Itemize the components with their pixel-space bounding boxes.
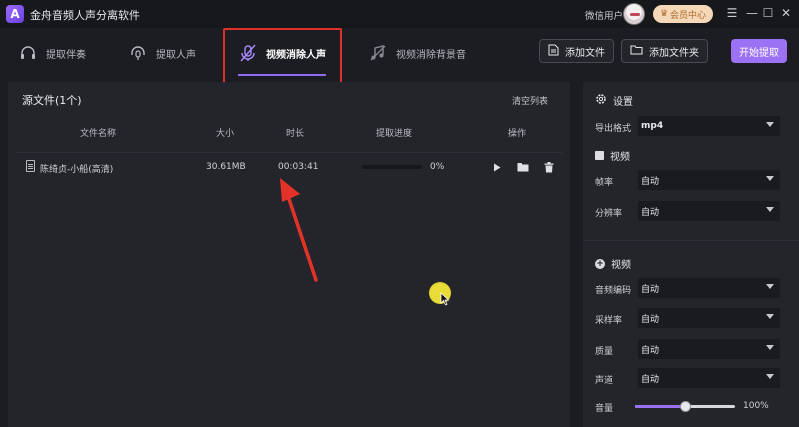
app-logo-icon: A xyxy=(6,5,24,23)
video-section-header: 视频 xyxy=(595,148,630,163)
volume-slider-fill xyxy=(635,405,685,408)
export-format-value: mp4 xyxy=(641,121,664,131)
audio-section-title: 视频 xyxy=(611,260,631,271)
headphone-mic-icon xyxy=(128,43,148,63)
headphones-icon xyxy=(18,43,38,63)
resolution-value: 自动 xyxy=(641,207,660,218)
export-format-label: 导出格式 xyxy=(595,124,632,134)
delete-icon[interactable] xyxy=(542,160,556,174)
crown-icon: ♛ xyxy=(659,9,669,19)
quality-value: 自动 xyxy=(641,345,660,356)
volume-slider[interactable] xyxy=(635,401,735,412)
frame-rate-label: 帧率 xyxy=(595,178,614,188)
column-progress: 提取进度 xyxy=(376,129,413,139)
tab-label: 视频消除背景音 xyxy=(396,49,466,61)
menu-icon[interactable]: ☰ xyxy=(723,4,741,22)
column-size: 大小 xyxy=(216,129,235,139)
tab-label: 提取伴奏 xyxy=(46,49,86,61)
quality-select[interactable]: 自动 xyxy=(638,339,780,359)
open-folder-icon[interactable] xyxy=(516,160,530,174)
file-duration: 00:03:41 xyxy=(278,162,319,172)
start-extract-button[interactable]: 开始提取 xyxy=(731,39,787,63)
column-name: 文件名称 xyxy=(80,129,117,139)
settings-header: 设置 xyxy=(595,93,633,108)
chevron-down-icon xyxy=(766,207,774,212)
tab-extract-accompaniment[interactable]: 提取伴奏 xyxy=(18,38,86,68)
audio-codec-select[interactable]: 自动 xyxy=(638,278,780,298)
channel-label: 声道 xyxy=(595,376,614,386)
volume-value: 100% xyxy=(743,401,769,411)
video-square-icon xyxy=(595,151,604,160)
export-format-select[interactable]: mp4 xyxy=(638,116,780,136)
column-actions: 操作 xyxy=(508,129,527,139)
file-name: 陈绮贞-小船(高清) xyxy=(40,165,114,175)
table-header: 文件名称 大小 时长 提取进度 操作 xyxy=(8,122,570,140)
play-icon[interactable] xyxy=(490,160,504,174)
gear-icon xyxy=(595,93,607,108)
app-title: 金舟音频人声分离软件 xyxy=(30,9,140,22)
chevron-down-icon xyxy=(766,345,774,350)
file-icon xyxy=(548,44,559,59)
progress-bar xyxy=(362,165,422,169)
resolution-select[interactable]: 自动 xyxy=(638,201,780,221)
chevron-down-icon xyxy=(766,374,774,379)
mouse-cursor-icon xyxy=(440,292,450,306)
audio-codec-label: 音频编码 xyxy=(595,286,632,296)
annotation-arrow xyxy=(280,178,318,282)
volume-slider-thumb[interactable] xyxy=(680,401,691,412)
section-divider xyxy=(583,240,799,241)
progress-percent: 0% xyxy=(430,162,445,172)
avatar[interactable] xyxy=(623,3,645,25)
chevron-down-icon xyxy=(766,122,774,127)
vip-center-label: 会员中心 xyxy=(670,10,707,21)
add-folder-label: 添加文件夹 xyxy=(649,47,699,59)
add-folder-button[interactable]: 添加文件夹 xyxy=(621,39,708,63)
chevron-down-icon xyxy=(766,314,774,319)
sample-rate-select[interactable]: 自动 xyxy=(638,308,780,328)
volume-label: 音量 xyxy=(595,404,614,414)
clear-list-button[interactable]: 清空列表 xyxy=(512,94,548,107)
frame-rate-select[interactable]: 自动 xyxy=(638,170,780,190)
annotation-highlight-box xyxy=(223,28,342,87)
source-files-title: 源文件(1个) xyxy=(22,94,82,107)
maximize-button[interactable]: ☐ xyxy=(759,4,777,22)
video-section-title: 视频 xyxy=(610,152,630,163)
tab-extract-vocals[interactable]: 提取人声 xyxy=(128,38,196,68)
document-icon xyxy=(26,160,35,172)
audio-codec-value: 自动 xyxy=(641,284,660,295)
channel-value: 自动 xyxy=(641,374,660,385)
vip-center-button[interactable]: ♛ 会员中心 xyxy=(653,5,713,23)
audio-section-header: + 视频 xyxy=(595,256,631,271)
channel-select[interactable]: 自动 xyxy=(638,368,780,388)
quality-label: 质量 xyxy=(595,347,614,357)
add-file-label: 添加文件 xyxy=(565,47,605,59)
folder-icon xyxy=(630,44,643,58)
chevron-down-icon xyxy=(766,284,774,289)
resolution-label: 分辨率 xyxy=(595,209,623,219)
file-size: 30.61MB xyxy=(206,162,246,172)
chevron-down-icon xyxy=(766,176,774,181)
close-button[interactable]: ✕ xyxy=(777,4,795,22)
user-name[interactable]: 微信用户 xyxy=(585,8,623,22)
plus-circle-icon: + xyxy=(595,258,605,269)
settings-panel: 设置 导出格式 mp4 视频 帧率 自动 分辨率 自动 + 视频 音频编码 自动… xyxy=(583,82,799,427)
mute-music-icon xyxy=(368,43,388,63)
frame-rate-value: 自动 xyxy=(641,176,660,187)
tab-label: 提取人声 xyxy=(156,49,196,61)
tab-video-remove-background[interactable]: 视频消除背景音 xyxy=(368,38,466,68)
sample-rate-label: 采样率 xyxy=(595,316,623,326)
column-duration: 时长 xyxy=(286,129,305,139)
title-bar: A 金舟音频人声分离软件 微信用户 ♛ 会员中心 ☰ — ☐ ✕ xyxy=(0,0,799,28)
add-file-button[interactable]: 添加文件 xyxy=(539,39,614,63)
settings-title: 设置 xyxy=(613,97,633,108)
sample-rate-value: 自动 xyxy=(641,314,660,325)
